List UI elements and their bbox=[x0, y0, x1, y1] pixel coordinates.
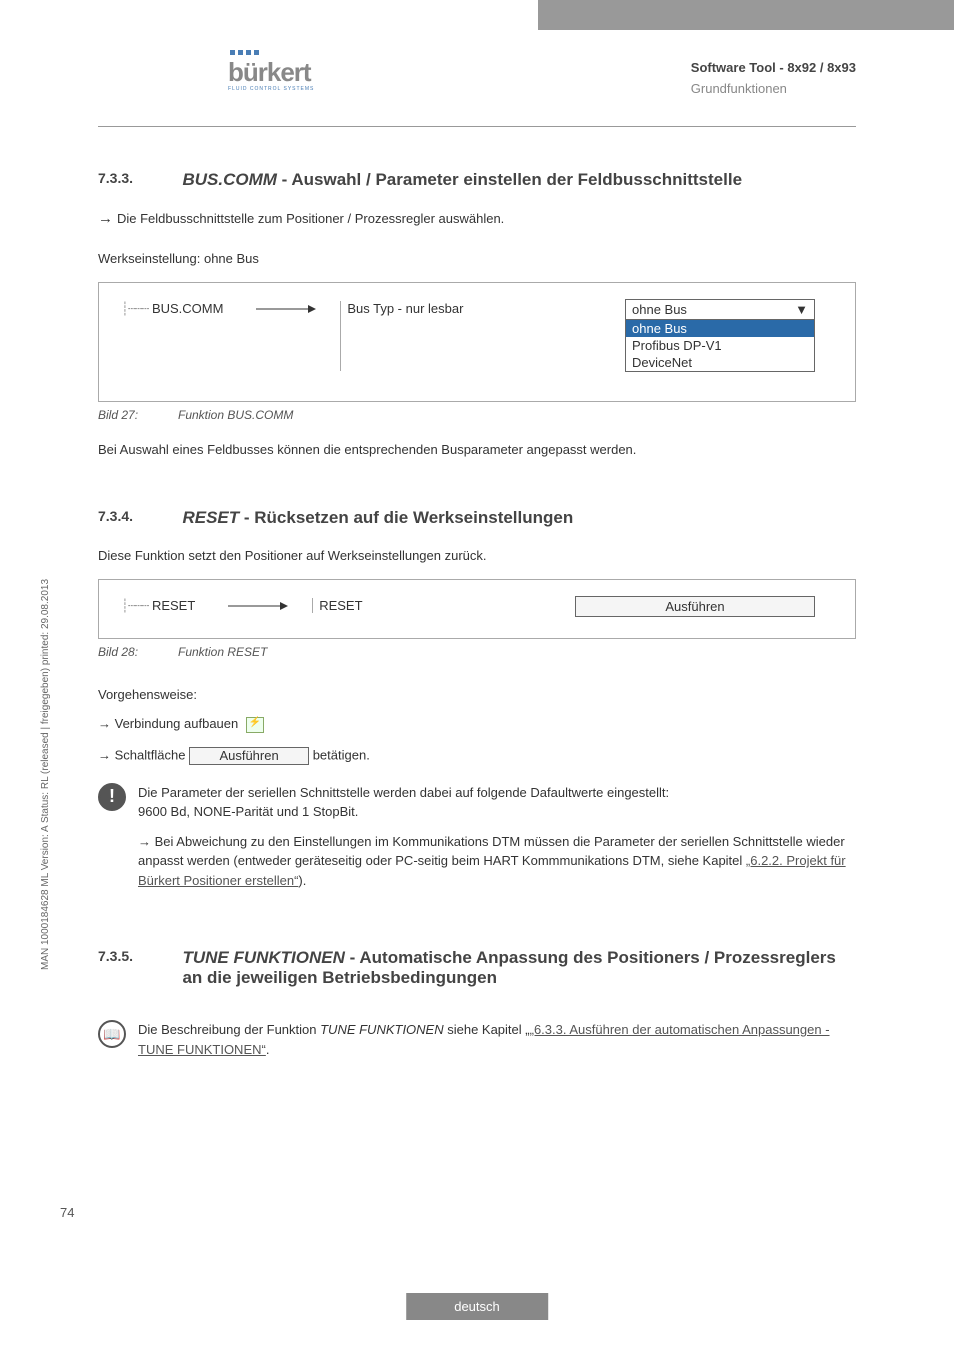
chevron-down-icon: ▼ bbox=[795, 302, 808, 317]
dropdown-list: ohne Bus Profibus DP-V1 DeviceNet bbox=[625, 320, 815, 372]
execute-button-inline[interactable]: Ausführen bbox=[189, 747, 309, 765]
warning-note: ! Die Parameter der seriellen Schnittste… bbox=[98, 783, 856, 891]
doc-subtitle: Grundfunktionen bbox=[691, 81, 856, 96]
procedure-heading: Vorgehensweise: bbox=[98, 687, 856, 702]
para: Diese Funktion setzt den Positioner auf … bbox=[98, 546, 856, 566]
reset-box: ┊┄┄┄ RESET RESET Ausführen bbox=[98, 579, 856, 639]
procedure-step: → Schaltfläche Ausführen betätigen. bbox=[98, 747, 856, 765]
field-reset: RESET bbox=[312, 598, 552, 613]
section-number: 7.3.3. bbox=[98, 170, 178, 186]
page-header: bürkert FLUID CONTROL SYSTEMS Software T… bbox=[98, 42, 856, 127]
procedure-step: → Verbindung aufbauen bbox=[98, 716, 856, 733]
section-735-heading: 7.3.5. TUNE FUNKTIONEN - Automatische An… bbox=[98, 948, 856, 988]
dropdown-option[interactable]: Profibus DP-V1 bbox=[626, 337, 814, 354]
section-number: 7.3.5. bbox=[98, 948, 178, 964]
para: Bei Auswahl eines Feldbusses können die … bbox=[98, 440, 856, 460]
page-number: 74 bbox=[60, 1205, 74, 1220]
side-meta-text: MAN 1000184628 ML Version: A Status: RL … bbox=[40, 579, 51, 970]
section-734-heading: 7.3.4. RESET - Rücksetzen auf die Werkse… bbox=[98, 508, 856, 528]
footer-language: deutsch bbox=[406, 1293, 548, 1320]
doc-title: Software Tool - 8x92 / 8x93 bbox=[691, 60, 856, 75]
figure-caption: Bild 27:Funktion BUS.COMM bbox=[98, 408, 856, 422]
arrow-icon bbox=[256, 303, 316, 321]
field-bus-type: Bus Typ - nur lesbar bbox=[340, 301, 463, 371]
book-icon: 📖 bbox=[98, 1020, 126, 1059]
dropdown-option[interactable]: DeviceNet bbox=[626, 354, 814, 371]
top-grey-bar bbox=[538, 0, 954, 30]
exclamation-icon: ! bbox=[98, 783, 126, 891]
buscomm-box: ┊┄┄┄ BUS.COMM Bus Typ - nur lesbar ohne … bbox=[98, 282, 856, 402]
dropdown-option[interactable]: ohne Bus bbox=[626, 320, 814, 337]
info-note: 📖 Die Beschreibung der Funktion TUNE FUN… bbox=[98, 1020, 856, 1059]
tree-node-reset: ┊┄┄┄ RESET bbox=[121, 598, 195, 614]
logo: bürkert FLUID CONTROL SYSTEMS bbox=[228, 50, 314, 92]
tree-node-buscomm: ┊┄┄┄ BUS.COMM bbox=[121, 301, 223, 317]
execute-button[interactable]: Ausführen bbox=[575, 596, 815, 617]
arrow-icon bbox=[228, 600, 288, 618]
section-733-heading: 7.3.3. BUS.COMM - Auswahl / Parameter ei… bbox=[98, 170, 856, 190]
section-number: 7.3.4. bbox=[98, 508, 178, 524]
para: Werkseinstellung: ohne Bus bbox=[98, 249, 856, 269]
connect-icon bbox=[246, 717, 264, 733]
para: →Die Feldbusschnittstelle zum Positioner… bbox=[98, 208, 856, 231]
logo-text: bürkert bbox=[228, 57, 314, 88]
figure-caption: Bild 28:Funktion RESET bbox=[98, 645, 856, 659]
logo-subtext: FLUID CONTROL SYSTEMS bbox=[228, 86, 314, 92]
procedure: Vorgehensweise: → Verbindung aufbauen → … bbox=[98, 687, 856, 765]
bus-type-dropdown[interactable]: ohne Bus ▼ ohne Bus Profibus DP-V1 Device… bbox=[625, 299, 815, 372]
